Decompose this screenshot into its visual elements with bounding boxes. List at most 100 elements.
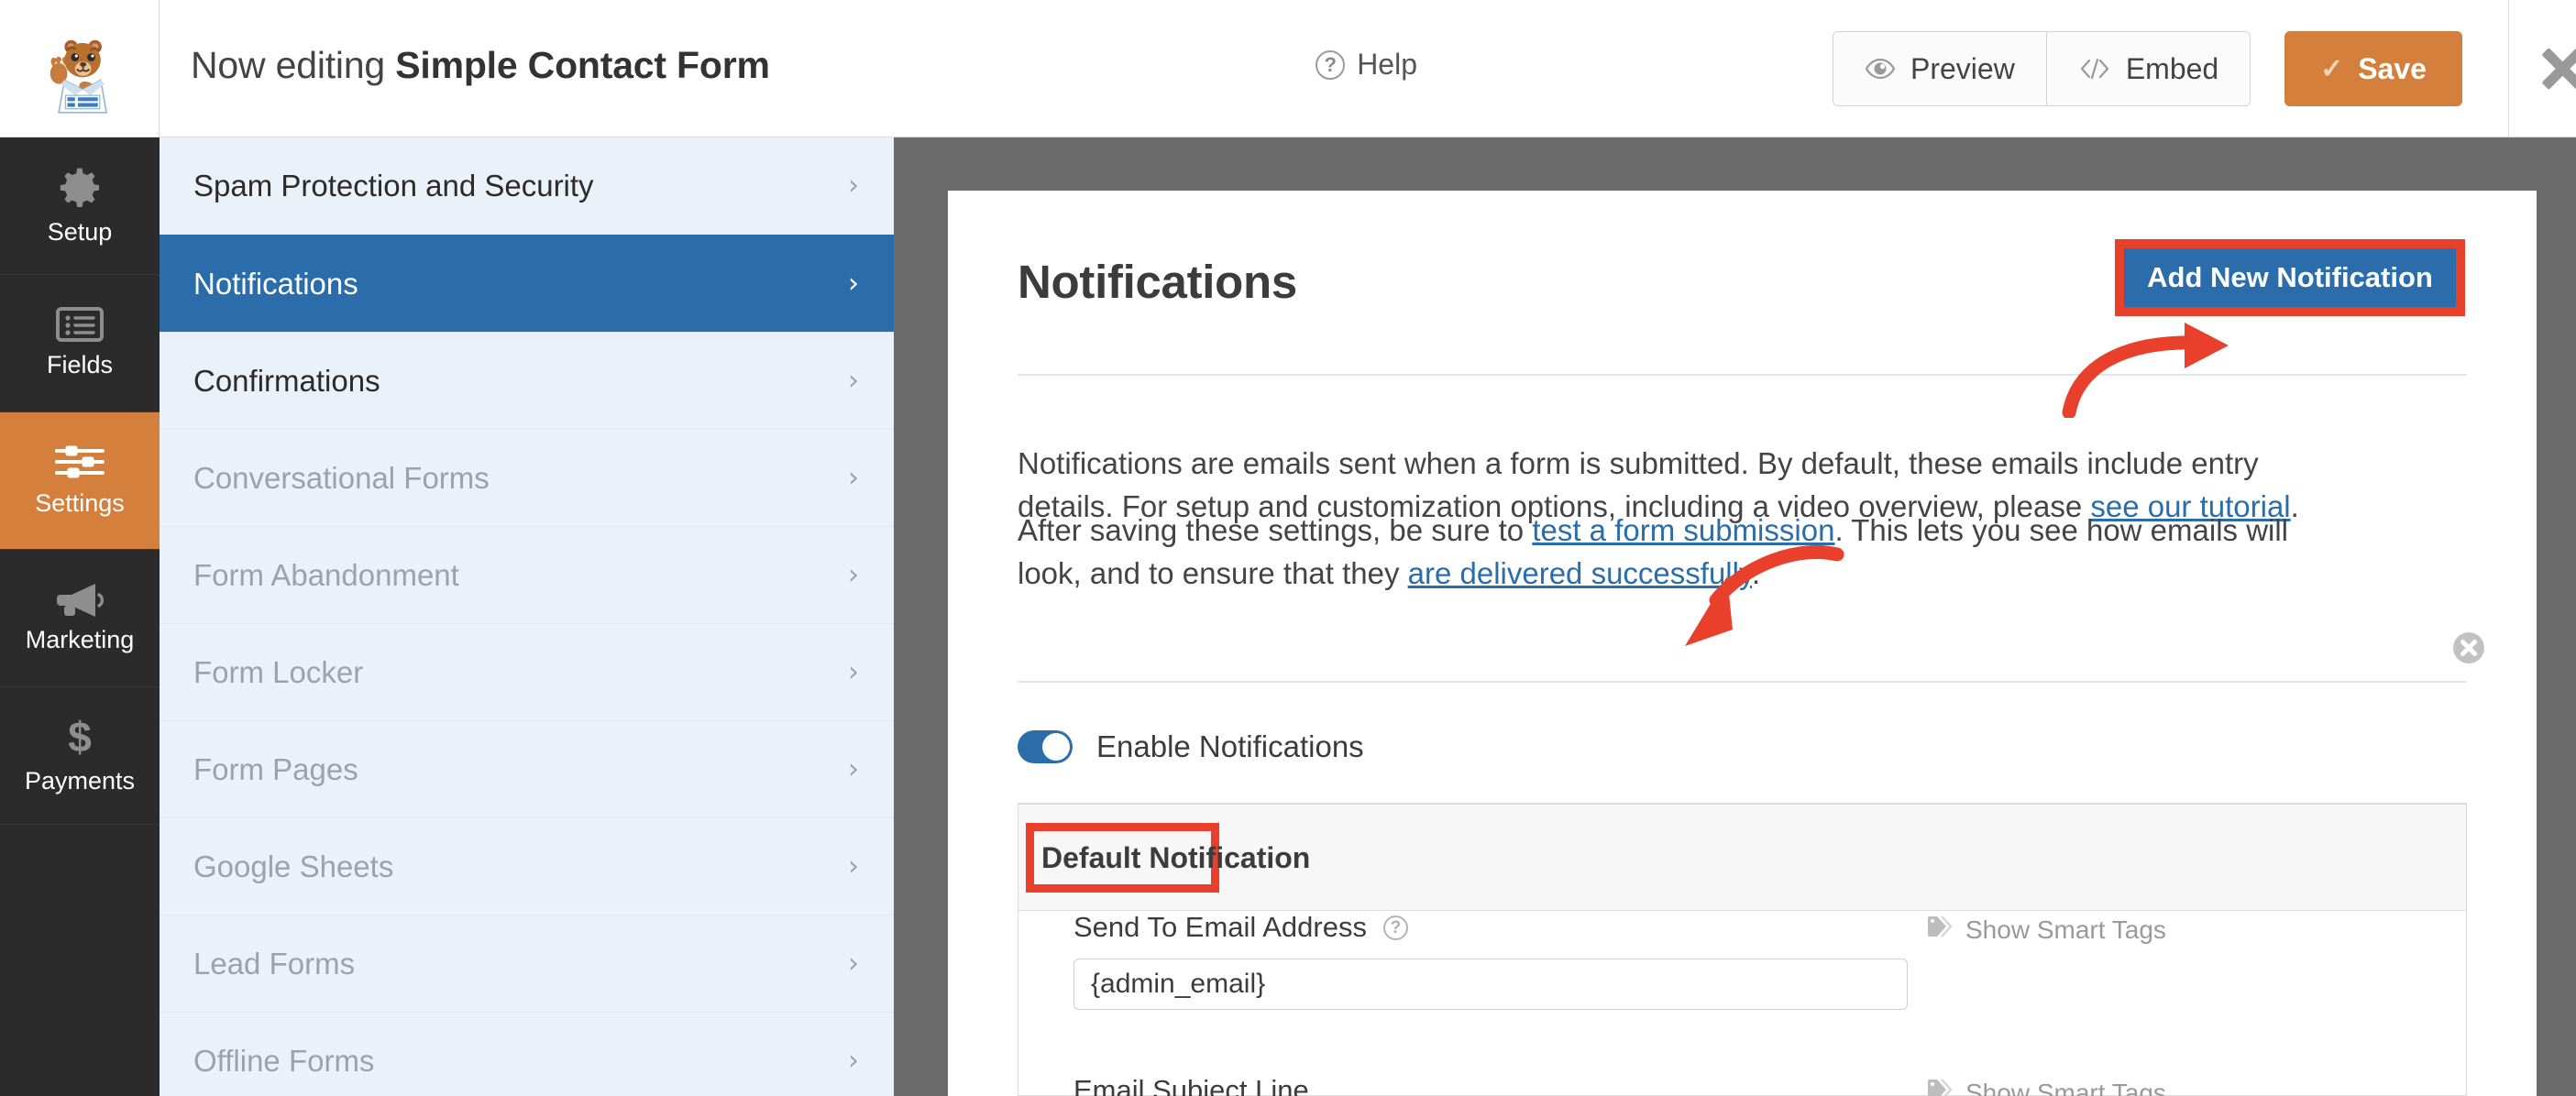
nav-label: Confirmations	[193, 363, 380, 398]
show-smart-tags-label: Show Smart Tags	[1965, 915, 2166, 944]
tag-icon	[1926, 1078, 1954, 1096]
tag-icon	[1926, 915, 1954, 945]
embed-label: Embed	[2125, 51, 2219, 85]
annotation-arrow-to-add-button	[2062, 323, 2229, 418]
help-tooltip-icon[interactable]: ?	[1382, 915, 1408, 940]
test-a-form-submission-link[interactable]: test a form submission	[1532, 513, 1834, 547]
top-toolbar: Now editing Simple Contact Form ? Help P…	[0, 0, 2576, 137]
panel-title: Notifications	[1018, 256, 1297, 308]
chevron-right-icon: ›	[848, 170, 859, 202]
section-divider	[1018, 681, 2467, 683]
close-icon[interactable]	[2536, 44, 2576, 93]
list-icon	[56, 307, 104, 342]
nav-item-notifications[interactable]: Notifications ›	[160, 235, 894, 332]
help-button[interactable]: ? Help	[1316, 48, 1417, 82]
nav-item-spam-protection-and-security[interactable]: Spam Protection and Security ›	[160, 137, 894, 235]
panel-header-divider	[1018, 374, 2467, 376]
email-subject-label-row: Email Subject Line	[1073, 1074, 1309, 1096]
para2-post: .	[1752, 555, 1761, 590]
save-label: Save	[2358, 51, 2427, 85]
rail-label: Fields	[46, 351, 114, 378]
save-button[interactable]: ✓ Save	[2284, 31, 2462, 106]
show-smart-tags-subject[interactable]: Show Smart Tags	[1926, 1078, 2166, 1096]
rail-label: Payments	[24, 767, 136, 795]
preview-button[interactable]: Preview	[1833, 32, 2046, 105]
notifications-description-paragraph-2: After saving these settings, be sure to …	[1018, 510, 2347, 596]
megaphone-icon	[55, 582, 105, 617]
nav-item-lead-forms[interactable]: Lead Forms ›	[160, 915, 894, 1012]
nav-label: Form Locker	[193, 654, 364, 689]
settings-nav-list: Spam Protection and Security › Notificat…	[160, 137, 894, 1096]
enable-notifications-row: Enable Notifications	[1018, 729, 1364, 764]
notifications-panel: Notifications Add New Notification Notif…	[948, 191, 2537, 1096]
nav-item-offline-forms[interactable]: Offline Forms ›	[160, 1012, 894, 1096]
chevron-right-icon: ›	[848, 752, 859, 785]
chevron-right-icon: ›	[848, 364, 859, 397]
enable-notifications-toggle[interactable]	[1018, 730, 1073, 763]
rail-label: Marketing	[25, 626, 135, 653]
gear-icon	[58, 165, 102, 209]
editing-prefix: Now editing	[191, 44, 396, 86]
email-subject-label: Email Subject Line	[1073, 1074, 1309, 1096]
svg-text:$: $	[68, 716, 92, 758]
nav-label: Lead Forms	[193, 946, 356, 981]
nav-label: Google Sheets	[193, 849, 394, 883]
send-to-email-input[interactable]	[1073, 959, 1908, 1010]
chevron-right-icon: ›	[848, 461, 859, 494]
chevron-right-icon: ›	[848, 558, 859, 591]
nav-item-conversational-forms[interactable]: Conversational Forms ›	[160, 429, 894, 526]
chevron-right-icon: ›	[848, 849, 859, 882]
question-mark-icon: ?	[1316, 49, 1346, 80]
rail-item-fields[interactable]: Fields	[0, 275, 160, 412]
eye-icon	[1865, 57, 1896, 81]
nav-label: Spam Protection and Security	[193, 169, 594, 203]
para2-pre: After saving these settings, be sure to	[1018, 513, 1533, 547]
default-notification-header[interactable]: Default Notification	[1018, 805, 2466, 911]
chevron-right-icon: ›	[848, 655, 859, 688]
page-title: Now editing Simple Contact Form	[191, 44, 770, 87]
toolbar-divider	[2508, 0, 2509, 137]
show-smart-tags-label: Show Smart Tags	[1965, 1078, 2166, 1096]
form-name: Simple Contact Form	[395, 44, 770, 86]
default-notification-card: Default Notification Send To Email Addre…	[1018, 803, 2467, 1096]
are-delivered-successfully-link[interactable]: are delivered successfully	[1408, 556, 1752, 590]
sliders-icon	[55, 444, 105, 480]
rail-item-payments[interactable]: $ Payments	[0, 687, 160, 825]
rail-label: Settings	[35, 489, 125, 517]
dollar-icon: $	[62, 716, 97, 758]
send-to-email-label-row: Send To Email Address ?	[1073, 911, 1408, 944]
add-new-notification-button[interactable]: Add New Notification	[2124, 248, 2456, 307]
rail-label: Setup	[47, 218, 113, 246]
enable-notifications-label: Enable Notifications	[1096, 729, 1364, 763]
chevron-right-icon: ›	[848, 947, 859, 980]
app-logo[interactable]	[0, 0, 160, 137]
nav-label: Offline Forms	[193, 1043, 375, 1078]
help-label: Help	[1357, 48, 1417, 81]
preview-embed-group: Preview Embed	[1833, 31, 2251, 106]
add-new-notification-wrapper: Add New Notification	[2115, 239, 2465, 316]
wpforms-mascot-icon	[50, 39, 107, 114]
chevron-right-icon: ›	[848, 1044, 859, 1077]
default-notification-title: Default Notification	[1041, 840, 1311, 874]
send-to-email-label: Send To Email Address	[1073, 911, 1367, 943]
chevron-right-icon: ›	[848, 267, 859, 300]
embed-button[interactable]: Embed	[2045, 32, 2251, 105]
rail-item-setup[interactable]: Setup	[0, 137, 160, 275]
nav-item-form-abandonment[interactable]: Form Abandonment ›	[160, 526, 894, 623]
nav-label: Conversational Forms	[193, 460, 490, 495]
preview-label: Preview	[1910, 51, 2015, 85]
nav-label: Form Abandonment	[193, 557, 459, 592]
nav-item-form-locker[interactable]: Form Locker ›	[160, 623, 894, 720]
nav-label: Notifications	[193, 266, 358, 301]
dismiss-notice-icon[interactable]	[2451, 630, 2486, 665]
nav-label: Form Pages	[193, 751, 358, 786]
nav-item-google-sheets[interactable]: Google Sheets ›	[160, 817, 894, 915]
nav-item-confirmations[interactable]: Confirmations ›	[160, 332, 894, 429]
builder-rail: Setup Fields Settings Marketing $ Paymen…	[0, 137, 160, 1096]
rail-item-settings[interactable]: Settings	[0, 412, 160, 550]
rail-item-marketing[interactable]: Marketing	[0, 550, 160, 687]
checkmark-icon: ✓	[2320, 53, 2344, 84]
nav-item-form-pages[interactable]: Form Pages ›	[160, 720, 894, 817]
show-smart-tags-send-to[interactable]: Show Smart Tags	[1926, 915, 2166, 945]
code-brackets-icon	[2078, 57, 2111, 81]
